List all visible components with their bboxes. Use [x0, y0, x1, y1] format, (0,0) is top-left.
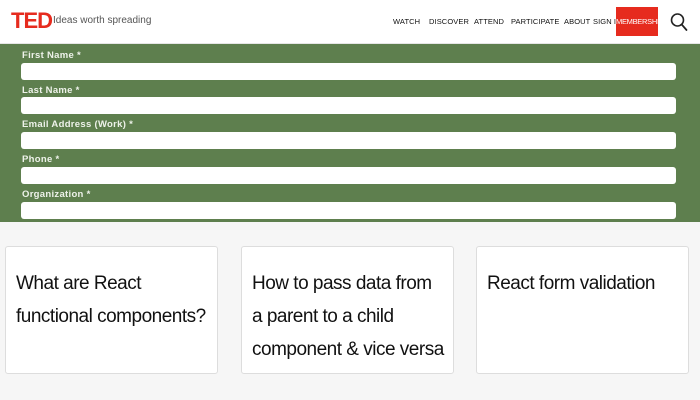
phone-label: Phone *: [22, 154, 60, 165]
search-button[interactable]: [670, 12, 688, 32]
first-name-field[interactable]: [21, 63, 676, 80]
phone-field[interactable]: [21, 167, 676, 184]
organization-label: Organization *: [22, 189, 91, 200]
tagline: Ideas worth spreading: [53, 15, 152, 26]
article-card[interactable]: What are React functional components?: [5, 246, 218, 374]
last-name-field[interactable]: [21, 97, 676, 114]
first-name-label: First Name *: [22, 50, 82, 61]
email-label: Email Address (Work) *: [22, 119, 134, 130]
article-card[interactable]: How to pass data from a parent to a chil…: [241, 246, 454, 374]
contact-form: First Name * Last Name * Email Address (…: [0, 44, 700, 222]
ted-logo[interactable]: TED: [11, 9, 53, 33]
nav-participate[interactable]: PARTICIPATE: [511, 17, 559, 26]
nav-about[interactable]: ABOUT: [564, 17, 590, 26]
article-card-title: How to pass data from a parent to a chil…: [252, 273, 444, 360]
nav-attend[interactable]: ATTEND: [474, 17, 504, 26]
nav-discover[interactable]: DISCOVER: [429, 17, 469, 26]
nav-watch[interactable]: WATCH: [393, 17, 420, 26]
membership-button[interactable]: MEMBERSHIP: [616, 7, 658, 36]
article-card-title: What are React functional components?: [16, 273, 206, 327]
last-name-label: Last Name *: [22, 85, 80, 96]
organization-field[interactable]: [21, 202, 676, 219]
site-header: TED Ideas worth spreading WATCH DISCOVER…: [0, 0, 700, 44]
search-icon: [670, 13, 688, 31]
article-card-title: React form validation: [487, 273, 655, 294]
article-card[interactable]: React form validation: [476, 246, 689, 374]
email-field[interactable]: [21, 132, 676, 149]
